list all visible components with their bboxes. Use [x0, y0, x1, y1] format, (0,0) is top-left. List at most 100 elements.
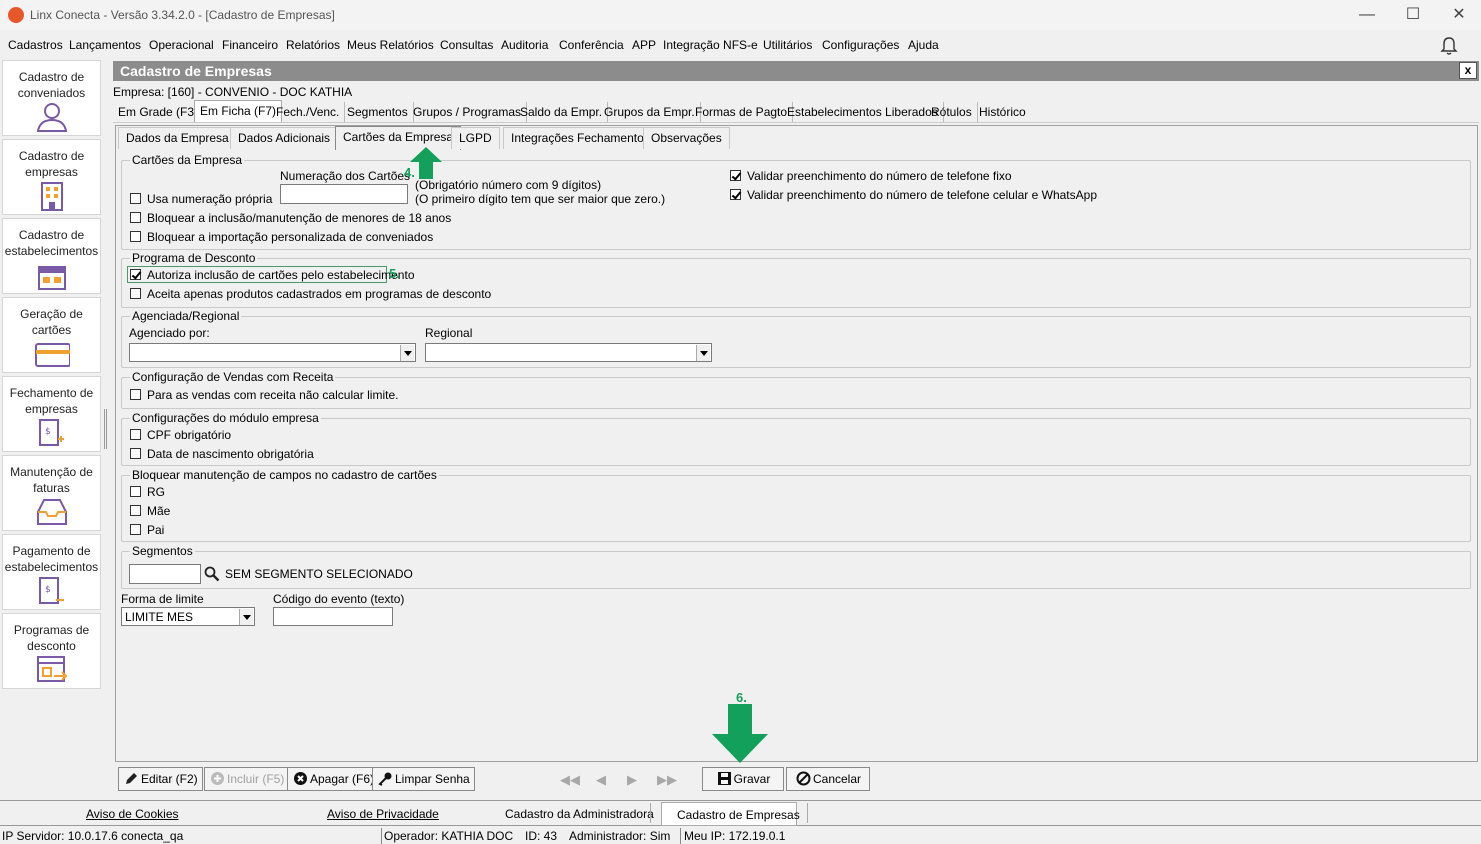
tab-grupos-programas[interactable]: Grupos / Programas: [408, 102, 528, 122]
bloquear-importacao-checkbox[interactable]: [130, 231, 141, 242]
sidebar-item-geracao-cartoes[interactable]: Geração de cartões: [2, 297, 101, 373]
bell-icon[interactable]: [1438, 35, 1460, 57]
menu-app[interactable]: APP: [632, 38, 656, 52]
tab-cadastro-administradora[interactable]: Cadastro da Administradora: [505, 807, 654, 821]
prev-record-button[interactable]: ◀: [596, 772, 606, 788]
aviso-cookies-link[interactable]: Aviso de Cookies: [86, 807, 179, 821]
sidebar-item-estabelecimentos[interactable]: Cadastro de estabelecimentos: [2, 218, 101, 294]
tab-integracoes-fechamento[interactable]: Integrações Fechamento: [503, 127, 652, 149]
tab-formas-pagto[interactable]: Formas de Pagto: [690, 102, 794, 122]
bloquear-menores-checkbox[interactable]: [130, 212, 141, 223]
sidebar-item-label: Geração de cartões: [20, 307, 83, 337]
sidebar-item-fechamento[interactable]: Fechamento de empresas $: [2, 376, 101, 452]
gravar-button[interactable]: Gravar: [702, 767, 784, 791]
sidebar-item-pagamento[interactable]: Pagamento de estabelecimentos $: [2, 534, 101, 610]
chevron-down-icon[interactable]: [239, 609, 253, 625]
group-label: Programa de Desconto: [130, 251, 258, 265]
group-modulo-empresa: Configurações do módulo empresa: [121, 411, 1471, 466]
chevron-down-icon[interactable]: [400, 345, 414, 361]
tab-fech-venc[interactable]: Fech./Venc.: [271, 102, 346, 122]
menu-financeiro[interactable]: Financeiro: [222, 38, 278, 52]
apagar-label: Apagar (F6): [310, 772, 375, 786]
tab-lgpd[interactable]: LGPD: [451, 127, 500, 149]
arrow-down-annotation-icon: [712, 704, 768, 763]
save-icon: [717, 772, 731, 785]
tab-observacoes[interactable]: Observações: [643, 127, 730, 149]
tab-em-ficha[interactable]: Em Ficha (F7): [194, 100, 283, 123]
chevron-down-icon[interactable]: [696, 345, 710, 361]
tab-segmentos[interactable]: Segmentos: [342, 102, 414, 122]
menu-operacional[interactable]: Operacional: [149, 38, 214, 52]
receita-checkbox[interactable]: [130, 389, 141, 400]
mae-checkbox[interactable]: [130, 505, 141, 516]
hint-primeiro-digito: (O primeiro dígito tem que ser maior que…: [415, 192, 666, 206]
regional-select[interactable]: [425, 343, 712, 362]
autoriza-inclusao-checkbox[interactable]: [130, 269, 141, 280]
menu-lancamentos[interactable]: Lançamentos: [69, 38, 141, 52]
validar-fixo-checkbox[interactable]: [730, 170, 741, 181]
program-icon: [37, 656, 68, 682]
sidebar-item-programas-desconto[interactable]: Programas de desconto: [2, 613, 101, 689]
sidebar-item-label: Fechamento de empresas: [9, 386, 94, 416]
tab-historico[interactable]: Histórico: [974, 102, 1031, 122]
next-record-button[interactable]: ▶: [627, 772, 637, 788]
tab-dados-adicionais[interactable]: Dados Adicionais: [230, 127, 339, 149]
segmento-input[interactable]: [129, 564, 201, 584]
agenciado-select[interactable]: [129, 343, 416, 362]
cancelar-button[interactable]: Cancelar: [786, 767, 870, 791]
usa-numeracao-checkbox[interactable]: [130, 193, 141, 204]
group-label: Segmentos: [130, 544, 195, 558]
cancelar-label: Cancelar: [812, 772, 862, 786]
menu-integracao-nfse[interactable]: Integração NFS-e: [663, 38, 758, 52]
aceita-produtos-checkbox[interactable]: [130, 288, 141, 299]
last-record-button[interactable]: ▶▶: [657, 772, 677, 788]
tab-estabelecimentos-liberados[interactable]: Estabelecimentos Liberados: [782, 102, 944, 122]
codigo-evento-input[interactable]: [273, 607, 393, 626]
search-icon[interactable]: [204, 566, 220, 582]
close-window-button[interactable]: ✕: [1436, 0, 1481, 30]
tab-saldo-empr[interactable]: Saldo da Empr.: [515, 102, 609, 122]
sidebar-splitter[interactable]: [104, 409, 107, 449]
tab-grupos-empr[interactable]: Grupos da Empr.: [599, 102, 701, 122]
first-record-button[interactable]: ◀◀: [560, 772, 580, 788]
apagar-button[interactable]: Apagar (F6): [287, 767, 380, 791]
svg-text:$: $: [45, 585, 51, 595]
pai-checkbox[interactable]: [130, 524, 141, 535]
menu-auditoria[interactable]: Auditoria: [501, 38, 548, 52]
menu-configuracoes[interactable]: Configurações: [822, 38, 899, 52]
minimize-button[interactable]: —: [1344, 0, 1390, 30]
menu-ajuda[interactable]: Ajuda: [908, 38, 939, 52]
limpar-senha-button[interactable]: Limpar Senha: [372, 767, 475, 791]
rg-checkbox[interactable]: [130, 486, 141, 497]
menu-cadastros[interactable]: Cadastros: [8, 38, 63, 52]
menu-consultas[interactable]: Consultas: [440, 38, 493, 52]
editar-button[interactable]: Editar (F2): [118, 767, 203, 791]
sidebar-item-faturas[interactable]: Manutenção de faturas: [2, 455, 101, 531]
tab-cadastro-empresas[interactable]: Cadastro de Empresas: [677, 808, 800, 822]
menu-utilitarios[interactable]: Utilitários: [763, 38, 812, 52]
group-label: Cartões da Empresa: [130, 153, 245, 167]
gravar-label: Gravar: [733, 772, 771, 786]
numeracao-input[interactable]: [280, 184, 408, 204]
validar-celular-checkbox[interactable]: [730, 189, 741, 200]
menu-conferencia[interactable]: Conferência: [559, 38, 624, 52]
sidebar-item-conveniados[interactable]: Cadastro de conveniados: [2, 60, 101, 136]
tab-em-grade[interactable]: Em Grade (F3): [113, 102, 205, 122]
payment-doc-icon: $: [39, 577, 64, 604]
incluir-button[interactable]: Incluir (F5): [204, 767, 290, 791]
aviso-privacidade-link[interactable]: Aviso de Privacidade: [327, 807, 439, 821]
incluir-label: Incluir (F5): [227, 772, 285, 786]
menu-meus-relatorios[interactable]: Meus Relatórios: [347, 38, 434, 52]
close-form-button[interactable]: x: [1459, 62, 1477, 79]
tab-dados-empresa[interactable]: Dados da Empresa: [118, 127, 237, 149]
menu-relatorios[interactable]: Relatórios: [286, 38, 340, 52]
menu-bar: Cadastros Lançamentos Operacional Financ…: [0, 33, 1481, 57]
maximize-button[interactable]: ☐: [1390, 0, 1436, 30]
forma-limite-select[interactable]: LIMITE MES: [121, 607, 255, 626]
empresa-label: Empresa: [160] - CONVENIO - DOC KATHIA: [113, 85, 353, 99]
tab-rotulos[interactable]: Rótulos: [926, 102, 978, 122]
pai-label: Pai: [147, 523, 165, 537]
nascimento-checkbox[interactable]: [130, 448, 141, 459]
cpf-checkbox[interactable]: [130, 429, 141, 440]
sidebar-item-empresas[interactable]: Cadastro de empresas: [2, 139, 101, 215]
